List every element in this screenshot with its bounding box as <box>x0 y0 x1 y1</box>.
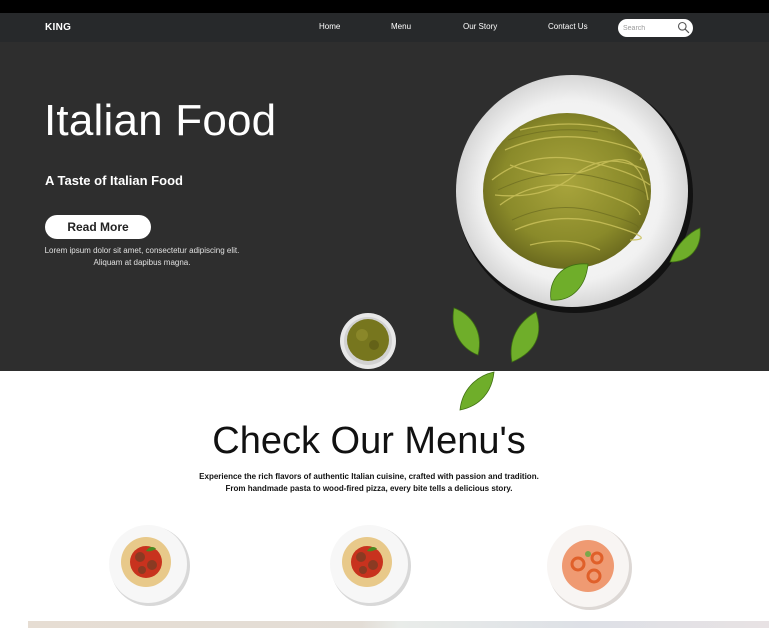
nav-link-home[interactable]: Home <box>319 22 340 31</box>
read-more-button[interactable]: Read More <box>45 215 151 239</box>
next-section-strip <box>28 621 769 628</box>
spaghetti-meatballs-icon[interactable] <box>102 518 194 610</box>
top-strip <box>0 0 769 13</box>
menu-section-description: Experience the rich flavors of authentic… <box>0 471 738 495</box>
nav-link-menu[interactable]: Menu <box>391 22 411 31</box>
shrimp-pasta-icon[interactable] <box>544 518 636 610</box>
search-input[interactable] <box>623 22 673 34</box>
brand-logo[interactable]: KING <box>45 22 71 33</box>
menu-description-line1: Experience the rich flavors of authentic… <box>199 472 539 481</box>
nav-link-our-story[interactable]: Our Story <box>463 22 497 31</box>
hero-subtitle: A Taste of Italian Food <box>45 173 183 188</box>
hero-description: Lorem ipsum dolor sit amet, consectetur … <box>42 245 242 269</box>
hero-description-line2: Aliquam at dapibus magna. <box>93 258 191 267</box>
search-icon[interactable] <box>677 21 690 34</box>
spaghetti-meatballs-icon[interactable] <box>323 518 415 610</box>
nav-link-contact-us[interactable]: Contact Us <box>548 22 588 31</box>
navbar: KING Home Menu Our Story Contact Us <box>0 13 769 42</box>
hero-section: Italian Food A Taste of Italian Food Rea… <box>0 42 769 371</box>
hero-title: Italian Food <box>44 96 277 145</box>
search-box <box>618 19 693 37</box>
menu-description-line2: From handmade pasta to wood-fired pizza,… <box>225 484 513 493</box>
menu-section-title: Check Our Menu's <box>212 420 526 462</box>
hero-description-line1: Lorem ipsum dolor sit amet, consectetur … <box>44 246 240 255</box>
